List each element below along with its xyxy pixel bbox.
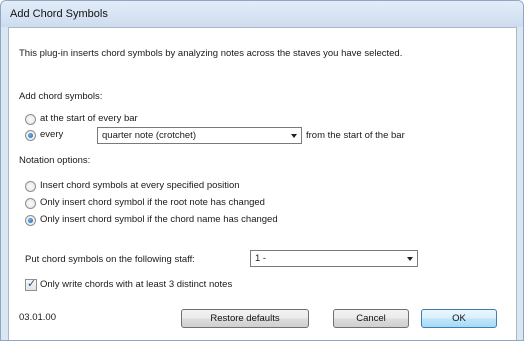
radio-every-position-control[interactable] (25, 181, 36, 192)
title-bar[interactable]: Add Chord Symbols (1, 1, 523, 27)
duration-select[interactable]: quarter note (crotchet) (97, 127, 302, 144)
cancel-button[interactable]: Cancel (333, 309, 409, 328)
chevron-down-icon[interactable] (407, 257, 413, 261)
radio-root-changed-control[interactable] (25, 198, 36, 209)
window-title: Add Chord Symbols (10, 8, 108, 20)
version-label: 03.01.00 (19, 312, 56, 323)
ok-button[interactable]: OK (421, 309, 497, 328)
radio-root-changed-label[interactable]: Only insert chord symbol if the root not… (40, 197, 265, 208)
distinct-notes-label[interactable]: Only write chords with at least 3 distin… (40, 279, 232, 290)
radio-every-control[interactable] (25, 130, 36, 141)
dialog-window: Add Chord Symbols This plug-in inserts c… (0, 0, 524, 341)
radio-every-label[interactable]: every (40, 129, 63, 140)
from-start-of-bar-text: from the start of the bar (306, 130, 405, 141)
radio-name-changed-control[interactable] (25, 215, 36, 226)
restore-defaults-button[interactable]: Restore defaults (181, 309, 309, 328)
staff-select[interactable]: 1 - (250, 250, 418, 267)
duration-select-value: quarter note (crotchet) (102, 130, 196, 141)
plugin-description: This plug-in inserts chord symbols by an… (19, 48, 403, 59)
staff-select-value: 1 - (255, 253, 267, 264)
distinct-notes-checkbox-control[interactable]: ✓ (25, 278, 37, 291)
radio-every-position-label[interactable]: Insert chord symbols at every specified … (40, 180, 240, 191)
notation-options-label: Notation options: (19, 155, 91, 166)
checkmark-icon: ✓ (27, 278, 37, 290)
staff-label: Put chord symbols on the following staff… (25, 254, 195, 265)
dialog-content: This plug-in inserts chord symbols by an… (8, 27, 517, 340)
radio-start-of-bar-label[interactable]: at the start of every bar (40, 113, 138, 124)
chevron-down-icon[interactable] (291, 134, 297, 138)
radio-name-changed-label[interactable]: Only insert chord symbol if the chord na… (40, 214, 278, 225)
radio-start-of-bar-control[interactable] (25, 114, 36, 125)
add-chord-symbols-label: Add chord symbols: (19, 91, 103, 102)
